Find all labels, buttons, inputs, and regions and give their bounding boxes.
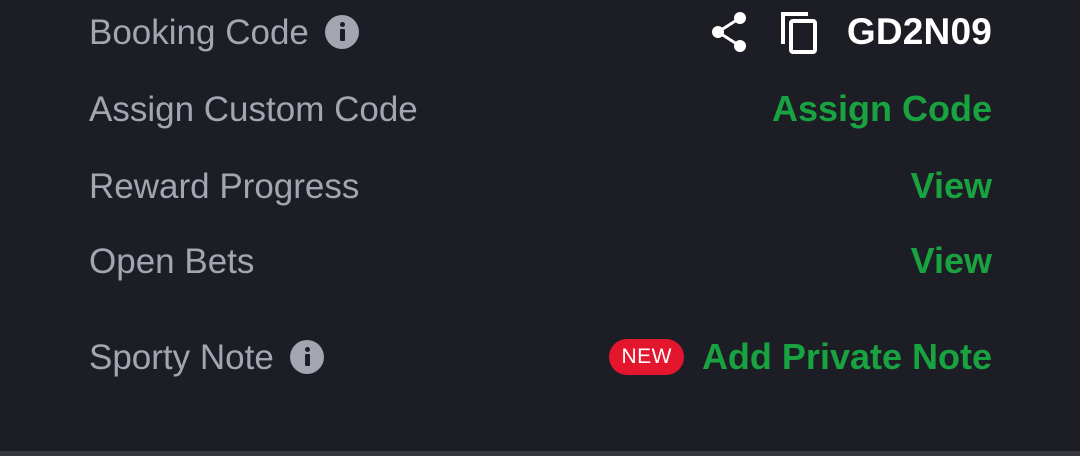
new-badge: NEW [609,339,684,375]
open-bets-label: Open Bets [89,241,255,281]
sporty-note-label-group: Sporty Note [89,340,324,375]
code-tools [709,8,819,56]
reward-progress-view-link[interactable]: View [911,168,992,204]
open-bets-row: Open Bets View [89,231,992,291]
bottom-divider [0,451,1080,456]
booking-code-actions: GD2N09 [709,8,992,56]
info-icon[interactable] [324,15,359,49]
sporty-note-label: Sporty Note [89,337,274,377]
booking-code-label-group: Booking Code [89,15,359,50]
copy-icon[interactable] [779,8,819,56]
share-icon[interactable] [709,10,749,54]
booking-code-value: GD2N09 [846,11,992,52]
sporty-note-actions: NEW Add Private Note [609,339,992,375]
reward-progress-row: Reward Progress View [89,156,992,216]
sporty-note-row: Sporty Note NEW Add Private Note [89,327,992,387]
booking-code-row: Booking Code GD2N09 [89,2,992,62]
add-private-note-button[interactable]: Add Private Note [702,339,992,375]
bet-details-panel: Booking Code GD2N09 Assign Custom Code A… [0,0,1080,456]
reward-progress-label: Reward Progress [89,166,360,206]
booking-code-label: Booking Code [89,12,309,52]
assign-code-button[interactable]: Assign Code [772,91,992,127]
assign-custom-code-label: Assign Custom Code [89,89,418,129]
assign-custom-code-row: Assign Custom Code Assign Code [89,79,992,139]
info-icon[interactable] [289,340,324,374]
open-bets-view-link[interactable]: View [911,243,992,279]
